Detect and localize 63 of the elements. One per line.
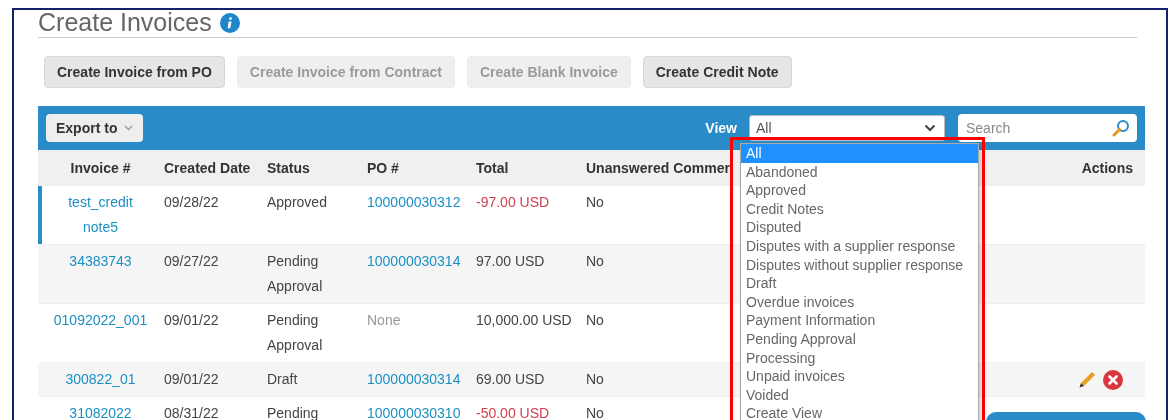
table-cell: No <box>586 312 604 328</box>
dropdown-option[interactable]: Approved <box>741 181 978 200</box>
table-cell: Pending Approval <box>267 312 323 353</box>
table-cell: -97.00 USD <box>476 194 550 210</box>
page-title: Create Invoices <box>38 10 212 35</box>
table-cell: 09/27/22 <box>164 253 219 269</box>
dropdown-option[interactable]: Disputes without supplier response <box>741 255 978 275</box>
dropdown-option[interactable]: Processing <box>741 348 978 368</box>
table-cell: No <box>586 253 604 269</box>
column-header[interactable]: Created Date <box>159 159 262 176</box>
column-header[interactable]: PO # <box>362 159 471 176</box>
invoice-link[interactable]: 31082022 <box>50 401 151 420</box>
action-button[interactable]: Create Invoice from PO <box>44 56 225 88</box>
column-header[interactable]: Invoice # <box>42 159 159 176</box>
table-cell: None <box>367 312 401 328</box>
column-header[interactable]: Total <box>471 159 581 176</box>
table-cell: 09/01/22 <box>164 312 219 328</box>
invoice-link[interactable]: 34383743 <box>50 249 151 274</box>
dropdown-option[interactable]: Payment Information <box>741 311 978 330</box>
column-header[interactable]: Status <box>262 159 362 176</box>
table-cell: 09/28/22 <box>164 194 219 210</box>
dropdown-option[interactable]: All <box>741 144 978 163</box>
dropdown-option[interactable]: Disputes with a supplier response <box>741 236 978 256</box>
table-cell: Draft <box>267 371 298 387</box>
search-icon[interactable] <box>1112 119 1130 137</box>
table-cell: Approved <box>267 194 327 210</box>
table-cell: No <box>586 371 604 387</box>
column-header[interactable]: Actions <box>1076 159 1145 176</box>
dropdown-option[interactable]: Unpaid invoices <box>741 367 978 386</box>
dropdown-option[interactable]: Abandoned <box>741 162 978 182</box>
info-icon[interactable] <box>219 12 240 33</box>
dropdown-option[interactable]: Pending Approval <box>741 329 978 349</box>
table-cell: Pending Approval <box>267 253 323 294</box>
search-field[interactable]: Search <box>958 114 1137 142</box>
delete-icon[interactable] <box>1103 369 1123 390</box>
dropdown-option[interactable]: Overdue invoices <box>741 292 978 312</box>
invoice-link[interactable]: 01092022_001 <box>50 308 151 333</box>
dropdown-option[interactable]: Disputed <box>741 218 978 237</box>
dropdown-option[interactable]: Draft <box>741 274 978 293</box>
table-cell: No <box>586 405 604 420</box>
action-button[interactable]: Create Credit Note <box>642 56 792 88</box>
table-cell: -50.00 USD <box>476 405 550 420</box>
dropdown-option[interactable]: Credit Notes <box>741 199 978 219</box>
table-cell: No <box>586 194 604 210</box>
po-link[interactable]: 100000030314 <box>367 371 461 387</box>
chevron-icon <box>924 124 936 132</box>
table-cell: 69.00 USD <box>476 371 545 387</box>
dropdown-option[interactable]: Voided <box>741 385 978 405</box>
table-cell: Pending <box>267 405 319 420</box>
invoice-link[interactable]: test_credit note5 <box>50 190 151 240</box>
po-link[interactable]: 100000030312 <box>367 194 461 210</box>
po-link[interactable]: 100000030314 <box>367 253 461 269</box>
export-button[interactable]: Export to <box>46 114 144 142</box>
table-cell: 09/01/22 <box>164 371 219 387</box>
view-label: View <box>705 120 737 136</box>
po-link[interactable]: 100000030310 <box>367 405 461 420</box>
invoice-link[interactable]: 300822_01 <box>50 367 151 392</box>
caret-icon <box>124 125 134 131</box>
dropdown-option[interactable]: Create View <box>741 404 978 420</box>
table-cell: 08/31/22 <box>164 405 219 420</box>
pencil-icon[interactable] <box>1077 369 1097 390</box>
table-cell: 10,000.00 USD <box>476 312 572 328</box>
table-cell: 97.00 USD <box>476 253 545 269</box>
